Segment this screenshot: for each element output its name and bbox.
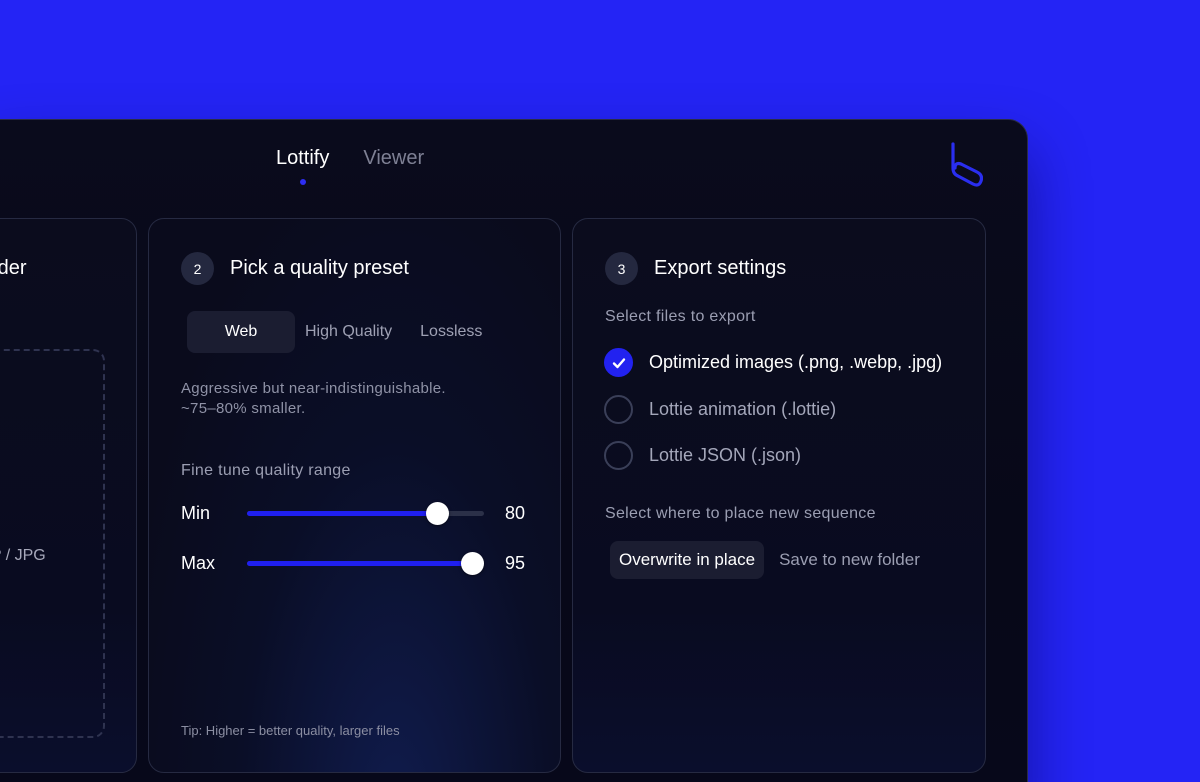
step-number-badge: 2: [181, 252, 214, 285]
option-label: Lottie JSON (.json): [649, 445, 802, 465]
preset-high-quality[interactable]: High Quality: [291, 311, 406, 353]
max-value: 95: [505, 553, 526, 573]
min-slider-fill: [247, 511, 437, 516]
tab-lottify-label: Lottify: [276, 147, 330, 169]
overwrite-in-place-button[interactable]: Overwrite in place: [610, 541, 765, 579]
card2-header: 2 Pick a quality preset: [181, 252, 409, 285]
step-number-badge: 3: [605, 252, 638, 285]
place-heading: Select where to place new sequence: [605, 505, 876, 522]
option-optimized-images[interactable]: Optimized images (.png, .webp, .jpg): [604, 348, 942, 377]
place-selector: Overwrite in place Save to new folder: [610, 541, 933, 579]
quality-preset-selector: Web High Quality Lossless: [187, 311, 496, 353]
quality-preset-card: 2 Pick a quality preset Web High Quality…: [148, 218, 561, 773]
preset-web[interactable]: Web: [187, 311, 295, 353]
select-folder-card: older bP / JPG se: [0, 218, 137, 773]
max-label: Max: [181, 553, 216, 573]
dropzone-hint-line2: se: [0, 568, 46, 593]
app-window: Lottify Viewer older bP / JPG se 2 Pick …: [0, 119, 1028, 782]
max-slider-row: Max 95: [181, 552, 526, 575]
min-label: Min: [181, 503, 211, 523]
files-heading: Select files to export: [605, 308, 756, 325]
option-label: Lottie animation (.lottie): [649, 399, 837, 419]
active-tab-indicator: [299, 179, 306, 185]
lottify-logo-icon: [951, 142, 983, 187]
card3-title: Export settings: [654, 257, 787, 279]
max-slider-thumb[interactable]: [461, 552, 485, 575]
option-label: Optimized images (.png, .webp, .jpg): [649, 352, 943, 372]
save-to-new-folder-button[interactable]: Save to new folder: [766, 541, 933, 579]
card1-title: older: [0, 257, 27, 279]
range-heading: Fine tune quality range: [181, 462, 351, 479]
export-settings-card: 3 Export settings Select files to export…: [572, 218, 986, 773]
preset-lossless[interactable]: Lossless: [406, 311, 496, 353]
card3-header: 3 Export settings: [605, 252, 786, 285]
tab-lottify[interactable]: Lottify: [276, 147, 330, 185]
checkbox-unchecked[interactable]: [604, 395, 633, 424]
min-slider-thumb[interactable]: [425, 502, 449, 525]
tab-viewer-label: Viewer: [363, 147, 425, 169]
min-slider-track[interactable]: [247, 502, 484, 525]
dropzone-hint: bP / JPG se: [0, 543, 46, 593]
min-value: 80: [505, 503, 526, 523]
checkbox-unchecked[interactable]: [604, 441, 633, 470]
max-slider-fill: [247, 561, 473, 566]
checkbox-checked[interactable]: [604, 348, 633, 377]
min-slider-row: Min 80: [181, 502, 526, 525]
card2-title: Pick a quality preset: [230, 257, 409, 279]
option-lottie-json[interactable]: Lottie JSON (.json): [604, 441, 801, 470]
preset-description-line1: Aggressive but near-indistinguishable.: [181, 380, 446, 397]
tab-viewer[interactable]: Viewer: [363, 147, 424, 170]
option-lottie-animation[interactable]: Lottie animation (.lottie): [604, 395, 836, 424]
check-icon: [612, 357, 625, 368]
preset-description: Aggressive but near-indistinguishable. ~…: [181, 379, 446, 419]
preset-description-line2: ~75–80% smaller.: [181, 400, 306, 417]
max-slider-track[interactable]: [247, 552, 485, 575]
top-navigation: Lottify Viewer: [276, 147, 424, 185]
quality-tip: Tip: Higher = better quality, larger fil…: [181, 723, 400, 738]
dropzone-hint-line1: bP / JPG: [0, 547, 46, 564]
